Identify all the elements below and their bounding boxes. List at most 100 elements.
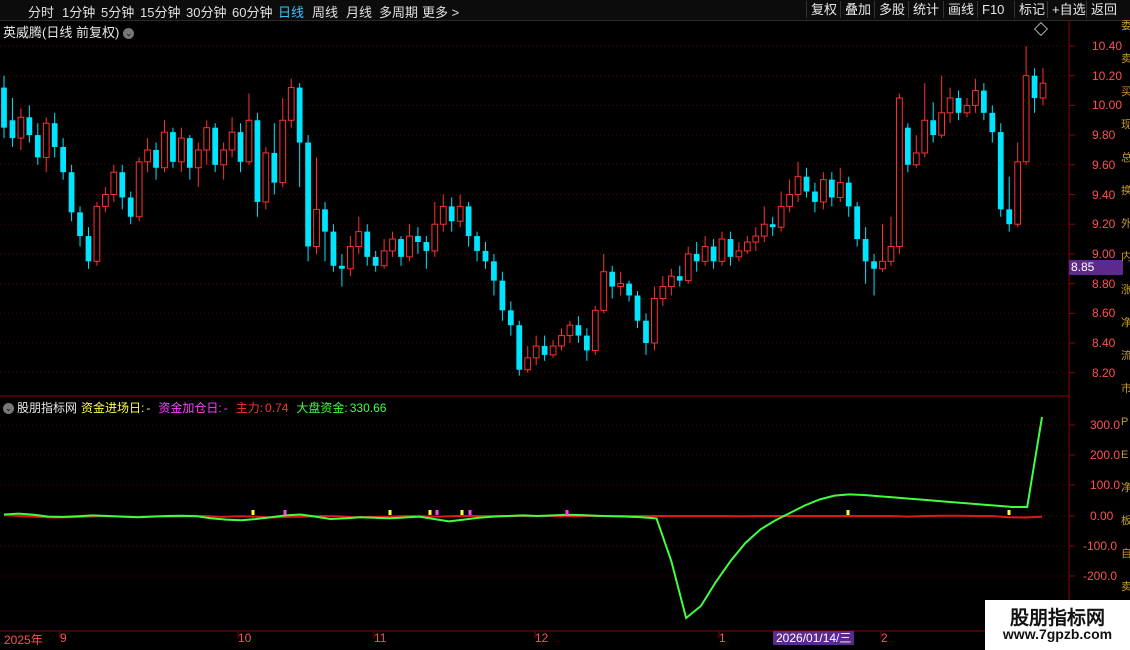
candle-body bbox=[34, 135, 41, 158]
price-axis-label: 9.00 bbox=[1092, 246, 1116, 261]
candle-body bbox=[938, 112, 946, 136]
candle-body bbox=[296, 87, 303, 143]
candle-body bbox=[626, 283, 632, 296]
candle-body bbox=[583, 335, 590, 351]
candle-body bbox=[254, 120, 261, 202]
candle-body bbox=[262, 152, 270, 203]
indicator-label: 资金加仓日: bbox=[158, 401, 222, 415]
candle-body bbox=[439, 205, 447, 225]
candle-body bbox=[575, 325, 582, 336]
signal-mark bbox=[565, 510, 569, 515]
signal-mark bbox=[1007, 510, 1011, 515]
right-strip-char: 买 bbox=[1121, 86, 1130, 98]
x-axis-label: 1 bbox=[719, 631, 726, 645]
candle-body bbox=[448, 206, 455, 222]
indicator-value: - bbox=[223, 401, 228, 415]
candle-body bbox=[507, 310, 514, 326]
candle-body bbox=[532, 345, 540, 359]
candle-body bbox=[153, 149, 159, 168]
candle-body bbox=[946, 97, 954, 114]
x-axis: 2025年 9 10 11 12 1 2 bbox=[0, 631, 1130, 650]
candle-body bbox=[735, 250, 743, 258]
right-strip-char: 卖 bbox=[1121, 581, 1130, 593]
price-axis-label: 10.40 bbox=[1092, 39, 1123, 53]
price-axis-label: 10.00 bbox=[1092, 98, 1123, 113]
signal-mark bbox=[846, 510, 850, 515]
candle-body bbox=[237, 132, 244, 162]
indicator-line-1 bbox=[3, 416, 1043, 620]
candle-body bbox=[339, 265, 345, 269]
candle-body bbox=[482, 250, 489, 262]
candle-body bbox=[591, 309, 599, 351]
candle-body bbox=[194, 149, 202, 169]
signal-mark bbox=[468, 510, 472, 515]
candle-body bbox=[651, 297, 658, 344]
candle-body bbox=[667, 275, 675, 288]
right-strip-char: P bbox=[1121, 416, 1129, 428]
chevron-down-icon[interactable]: ⌄ bbox=[3, 403, 14, 415]
candle-body bbox=[245, 119, 253, 163]
candle-body bbox=[812, 191, 818, 202]
right-info-strip: 委卖买现总换外内涨净流市PE净板自卖买 bbox=[1121, 20, 1130, 632]
candle-body bbox=[127, 197, 134, 217]
indicator-label: 主力: bbox=[235, 401, 264, 415]
candle-body bbox=[955, 97, 962, 113]
candle-body bbox=[862, 239, 869, 262]
candle-body bbox=[701, 245, 709, 262]
candle-body bbox=[836, 182, 844, 198]
candle-body bbox=[178, 137, 185, 163]
candle-body bbox=[516, 325, 523, 370]
indicator-value: 330.66 bbox=[349, 401, 387, 415]
candle-body bbox=[42, 122, 50, 158]
candle-body bbox=[659, 286, 667, 299]
candle-body bbox=[85, 236, 92, 262]
candle-body bbox=[101, 194, 109, 207]
candle-body bbox=[346, 245, 354, 270]
right-strip-char: E bbox=[1121, 449, 1129, 461]
candle-body bbox=[51, 123, 58, 147]
current-price-label: 8.85 bbox=[1069, 260, 1123, 275]
candle-body bbox=[305, 142, 311, 247]
candle-body bbox=[710, 246, 717, 262]
candle-body bbox=[364, 231, 371, 257]
indicator-axis-label: 300.0 bbox=[1090, 418, 1121, 432]
candle-body bbox=[161, 131, 168, 169]
right-strip-char: 总 bbox=[1121, 152, 1130, 164]
candle-body bbox=[828, 179, 835, 198]
candle-body bbox=[228, 131, 236, 151]
x-axis-label: 9 bbox=[60, 631, 67, 645]
candle-body bbox=[431, 223, 439, 252]
candle-body bbox=[912, 152, 920, 166]
candle-body bbox=[752, 235, 760, 243]
candle-body bbox=[743, 241, 751, 252]
kline-chart[interactable] bbox=[0, 0, 1130, 650]
signal-mark bbox=[251, 510, 255, 515]
candle-body bbox=[769, 224, 776, 228]
right-strip-char: 换 bbox=[1121, 185, 1130, 197]
signal-mark bbox=[460, 510, 464, 515]
candle-body bbox=[271, 152, 278, 183]
indicator-header: ⌄ 股朋指标网 资金进场日: - 资金加仓日: - 主力: 0.74 大盘资金: 330.66 bbox=[3, 399, 398, 416]
candle-body bbox=[989, 112, 996, 133]
candle-body bbox=[693, 253, 700, 262]
indicator-field-2: 主力: 0.74 bbox=[236, 401, 293, 415]
indicator-field-1: 资金加仓日: - bbox=[158, 401, 231, 415]
candle-body bbox=[330, 231, 337, 266]
price-axis-label: 8.80 bbox=[1092, 276, 1116, 291]
indicator-field-3: 大盘资金: 330.66 bbox=[296, 401, 390, 415]
candle-body bbox=[803, 176, 810, 192]
right-strip-char: 卖 bbox=[1121, 53, 1130, 65]
candle-body bbox=[110, 171, 118, 196]
right-strip-char: 板 bbox=[1121, 515, 1130, 527]
candle-body bbox=[170, 132, 176, 162]
candle-body bbox=[212, 127, 219, 165]
candle-body bbox=[355, 231, 363, 247]
candle-body bbox=[854, 206, 861, 240]
candle-body bbox=[963, 104, 971, 114]
indicator-value: - bbox=[146, 401, 151, 415]
candle-body bbox=[600, 271, 608, 311]
candle-body bbox=[60, 146, 67, 173]
candle-body bbox=[423, 242, 430, 251]
candle-body bbox=[541, 345, 548, 355]
candle-body bbox=[684, 253, 692, 282]
